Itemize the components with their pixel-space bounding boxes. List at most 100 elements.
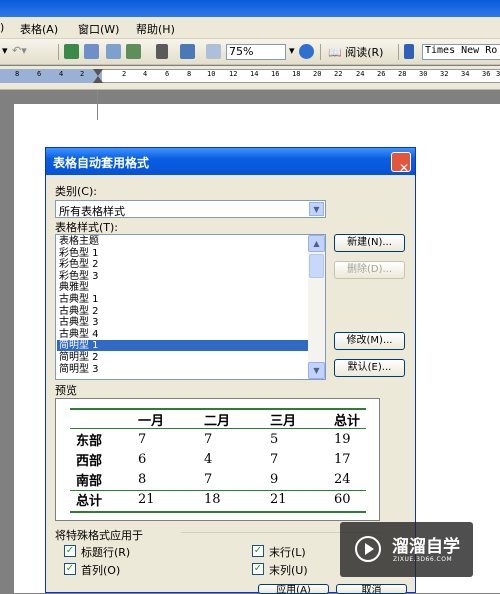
preview-row: 东部 7 7 5 19 [70, 429, 366, 449]
last-col-label: 末列(U) [269, 564, 308, 577]
zoom-select[interactable]: 75% [226, 44, 286, 60]
undo-icon[interactable]: ↶▾ [12, 44, 27, 60]
header-row-label: 标题行(R) [81, 546, 131, 559]
menu-help[interactable]: 帮助(H) [136, 21, 175, 37]
ruler-tick: 8 [187, 70, 192, 78]
last-row-checkbox[interactable]: ✓ [252, 545, 264, 557]
hyperlink-icon[interactable] [64, 44, 79, 59]
preview-col-header: 一月 [138, 413, 165, 429]
ruler-tick: 22 [334, 70, 343, 78]
zoom-dropdown-icon[interactable]: ▾ [289, 44, 295, 60]
ruler-tick: 6 [37, 70, 42, 78]
insert-excel-icon[interactable] [126, 44, 141, 59]
font-select[interactable]: Times New Ro [422, 44, 500, 60]
style-list-item[interactable]: 彩色型 3 [57, 271, 309, 282]
doc-map-icon[interactable] [206, 44, 221, 59]
columns-icon[interactable] [156, 44, 168, 59]
style-list-item[interactable]: 彩色型 1 [57, 248, 309, 259]
chevron-down-icon[interactable]: ▼ [309, 202, 324, 216]
tables-borders-icon[interactable] [84, 44, 99, 59]
separator [398, 44, 399, 60]
new-button[interactable]: 新建(N)... [334, 234, 405, 252]
preview-row-header: 南部 [76, 473, 103, 489]
modify-button[interactable]: 修改(M)... [334, 332, 405, 350]
style-list-item[interactable]: 典雅型 [57, 282, 309, 293]
dialog-titlebar: 表格自动套用格式 ✕ [46, 148, 415, 175]
style-listbox[interactable]: 表格主题 彩色型 1 彩色型 2 彩色型 3 典雅型 古典型 1 古典型 2 古典型 3 古典型… [55, 234, 326, 380]
drawing-icon[interactable] [180, 44, 195, 59]
read-button[interactable]: 📖 阅读(R) [328, 44, 383, 60]
menu-table[interactable]: 表格(A) [20, 21, 58, 37]
toolbar: ▾ ↶▾ 75% ▾ 📖 阅读(R) Times New Ro [0, 39, 500, 65]
last-col-checkbox[interactable]: ✓ [252, 563, 264, 575]
menu-window[interactable]: 窗口(W) [78, 21, 119, 37]
default-button[interactable]: 默认(E)... [334, 359, 405, 377]
toolbar-options-icon[interactable] [404, 44, 414, 59]
last-row-label: 末行(L) [269, 546, 306, 559]
style-list-item[interactable]: 古典型 1 [57, 294, 309, 305]
style-list-item[interactable]: 表格主题 [57, 236, 309, 247]
ruler-tick: 30 [419, 70, 428, 78]
ruler-tick: 2 [122, 70, 127, 78]
horizontal-ruler: 8 6 4 2 2 4 6 8 10 12 14 16 18 20 22 24 26 28 30 32 34 36 3 [0, 66, 500, 90]
zoom-value: 75% [229, 45, 254, 58]
preview-row: 西部 6 4 7 17 [70, 449, 366, 469]
ruler-tick: 34 [461, 70, 470, 78]
style-list-item[interactable]: 彩色型 2 [57, 259, 309, 270]
close-button[interactable]: ✕ [391, 152, 411, 175]
scroll-down-icon[interactable]: ▼ [308, 362, 325, 379]
help-icon[interactable] [299, 44, 314, 59]
style-list-item[interactable]: 简明型 2 [57, 352, 309, 363]
ruler-tick: 32 [440, 70, 449, 78]
watermark-brand: 溜溜自学 [392, 537, 460, 557]
style-label: 表格样式(T): [55, 221, 119, 234]
style-list-item[interactable]: 简明型 3 [57, 364, 309, 375]
preview-cell: 21 [270, 491, 287, 507]
font-name: Times New Ro [425, 45, 498, 56]
preview-box: 一月 二月 三月 总计 东部 7 7 5 19 西部 6 4 7 17 南部 8 7 9 24 总计 21 18 2… [55, 398, 380, 521]
ruler-tick: 6 [165, 70, 170, 78]
ruler-tick: 12 [229, 70, 238, 78]
preview-cell: 24 [334, 471, 351, 487]
insert-table-icon[interactable] [106, 44, 121, 59]
style-list-item[interactable]: 简明型 1 [57, 340, 309, 352]
ruler-tick: 24 [356, 70, 365, 78]
header-row-checkbox[interactable]: ✓ [64, 545, 76, 557]
category-select[interactable]: 所有表格样式 ▼ [55, 200, 326, 218]
preview-cell: 7 [138, 431, 147, 447]
category-label: 类别(C): [55, 185, 97, 198]
ruler-tick: 3 [496, 70, 500, 78]
style-scrollbar[interactable]: ▲ ▼ [308, 235, 325, 379]
style-list-item[interactable]: 古典型 2 [57, 306, 309, 317]
scroll-up-icon[interactable]: ▲ [308, 235, 325, 252]
delete-button[interactable]: 删除(D)... [334, 261, 405, 279]
preview-cell: 5 [270, 431, 279, 447]
ruler-tick: 4 [143, 70, 148, 78]
play-logo-icon [355, 536, 381, 562]
indent-marker-icon[interactable] [93, 69, 103, 76]
style-list-item[interactable]: 古典型 3 [57, 317, 309, 328]
separator [58, 44, 59, 60]
ruler-tick: 4 [59, 70, 64, 78]
category-value: 所有表格样式 [59, 205, 125, 218]
preview-table: 一月 二月 三月 总计 东部 7 7 5 19 西部 6 4 7 17 南部 8 7 9 24 总计 21 18 2… [70, 409, 366, 509]
style-list-item[interactable]: 古典型 4 [57, 329, 309, 340]
menu-partial: ) [0, 21, 5, 34]
ruler-tick: 36 [482, 70, 491, 78]
menu-bar: ) 表格(A) 窗口(W) 帮助(H) [0, 17, 500, 39]
ruler-tick: 16 [271, 70, 280, 78]
redo-dropdown-icon[interactable]: ▾ [2, 44, 8, 60]
scroll-thumb[interactable] [309, 254, 324, 278]
preview-col-header: 三月 [270, 413, 297, 429]
preview-label: 预览 [55, 384, 77, 397]
ruler-tick: 8 [15, 70, 20, 78]
preview-cell: 60 [334, 491, 351, 507]
preview-row: 南部 8 7 9 24 [70, 469, 366, 489]
read-label: 阅读(R) [345, 46, 384, 59]
preview-corner-cell [70, 409, 132, 429]
ruler-tick: 26 [377, 70, 386, 78]
preview-col-header: 二月 [204, 413, 231, 429]
hanging-indent-icon[interactable] [93, 76, 103, 83]
first-col-checkbox[interactable]: ✓ [64, 563, 76, 575]
ruler-tick: 20 [313, 70, 322, 78]
